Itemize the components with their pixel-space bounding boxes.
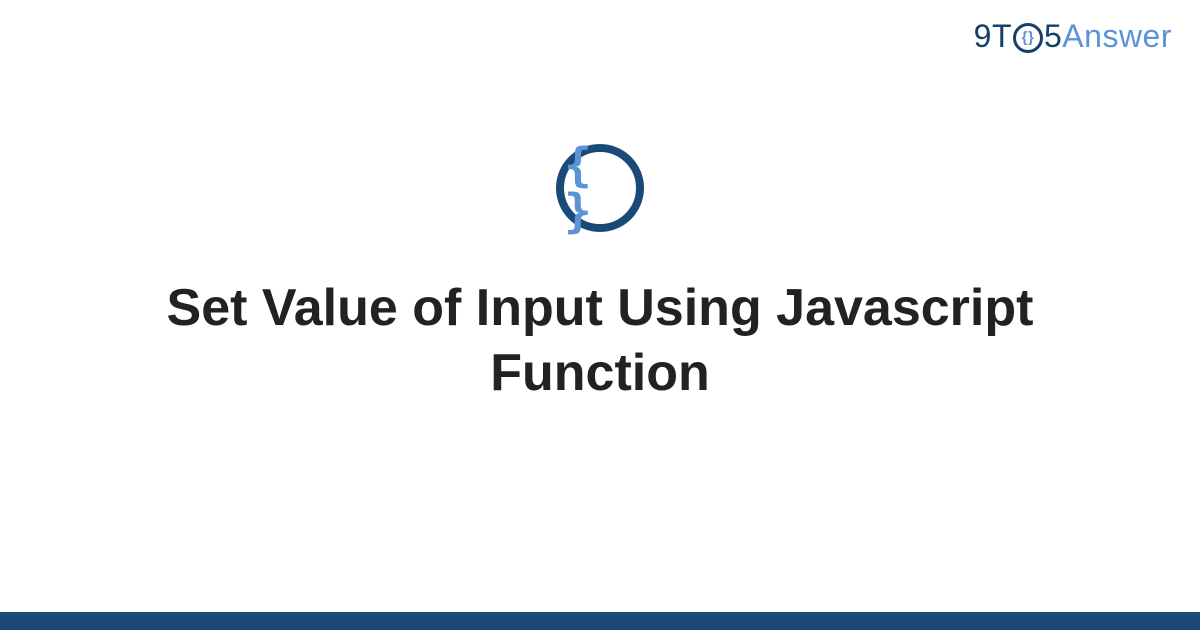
braces-icon: { } xyxy=(564,142,636,234)
page-title: Set Value of Input Using Javascript Func… xyxy=(150,276,1050,406)
category-icon: { } xyxy=(556,144,644,232)
main-content: { } Set Value of Input Using Javascript … xyxy=(0,0,1200,630)
footer-accent-bar xyxy=(0,612,1200,630)
